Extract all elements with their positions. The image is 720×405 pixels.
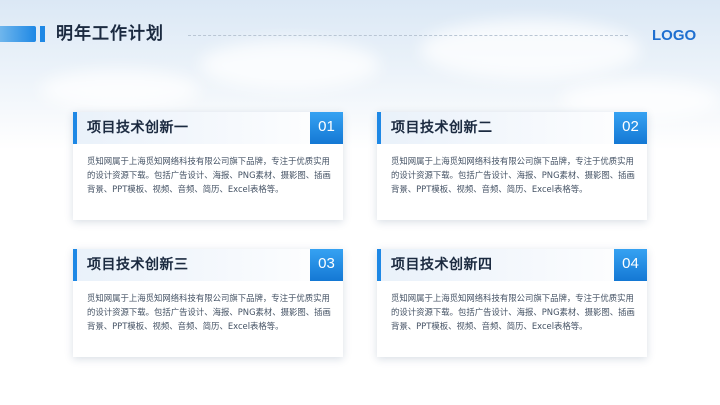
card-accent [73,249,77,281]
cloud-decoration [420,20,640,80]
title-divider [188,35,628,36]
card-accent [73,112,77,144]
card-body: 觅知网属于上海觅知网络科技有限公司旗下品牌，专注于优质实用的设计资源下载。包括广… [391,156,635,194]
plan-card-2: 项目技术创新二 02 觅知网属于上海觅知网络科技有限公司旗下品牌，专注于优质实用… [377,112,647,220]
header-accent-bar [0,26,36,42]
card-title: 项目技术创新四 [391,257,493,273]
card-title: 项目技术创新二 [391,120,493,136]
header-accent-marker [40,26,45,42]
card-accent [377,249,381,281]
card-body: 觅知网属于上海觅知网络科技有限公司旗下品牌，专注于优质实用的设计资源下载。包括广… [87,293,331,331]
card-title: 项目技术创新三 [87,257,189,273]
plan-card-4: 项目技术创新四 04 觅知网属于上海觅知网络科技有限公司旗下品牌，专注于优质实用… [377,249,647,357]
logo: LOGO [652,27,697,44]
card-number-badge: 02 [614,112,647,144]
card-title: 项目技术创新一 [87,120,189,136]
card-number-badge: 04 [614,249,647,281]
plan-card-3: 项目技术创新三 03 觅知网属于上海觅知网络科技有限公司旗下品牌，专注于优质实用… [73,249,343,357]
card-accent [377,112,381,144]
card-body: 觅知网属于上海觅知网络科技有限公司旗下品牌，专注于优质实用的设计资源下载。包括广… [87,156,331,194]
card-number-badge: 03 [310,249,343,281]
card-number-badge: 01 [310,112,343,144]
cloud-decoration [40,70,200,110]
plan-card-1: 项目技术创新一 01 觅知网属于上海觅知网络科技有限公司旗下品牌，专注于优质实用… [73,112,343,220]
page-title: 明年工作计划 [56,24,164,44]
card-body: 觅知网属于上海觅知网络科技有限公司旗下品牌，专注于优质实用的设计资源下载。包括广… [391,293,635,331]
cloud-decoration [200,40,380,90]
